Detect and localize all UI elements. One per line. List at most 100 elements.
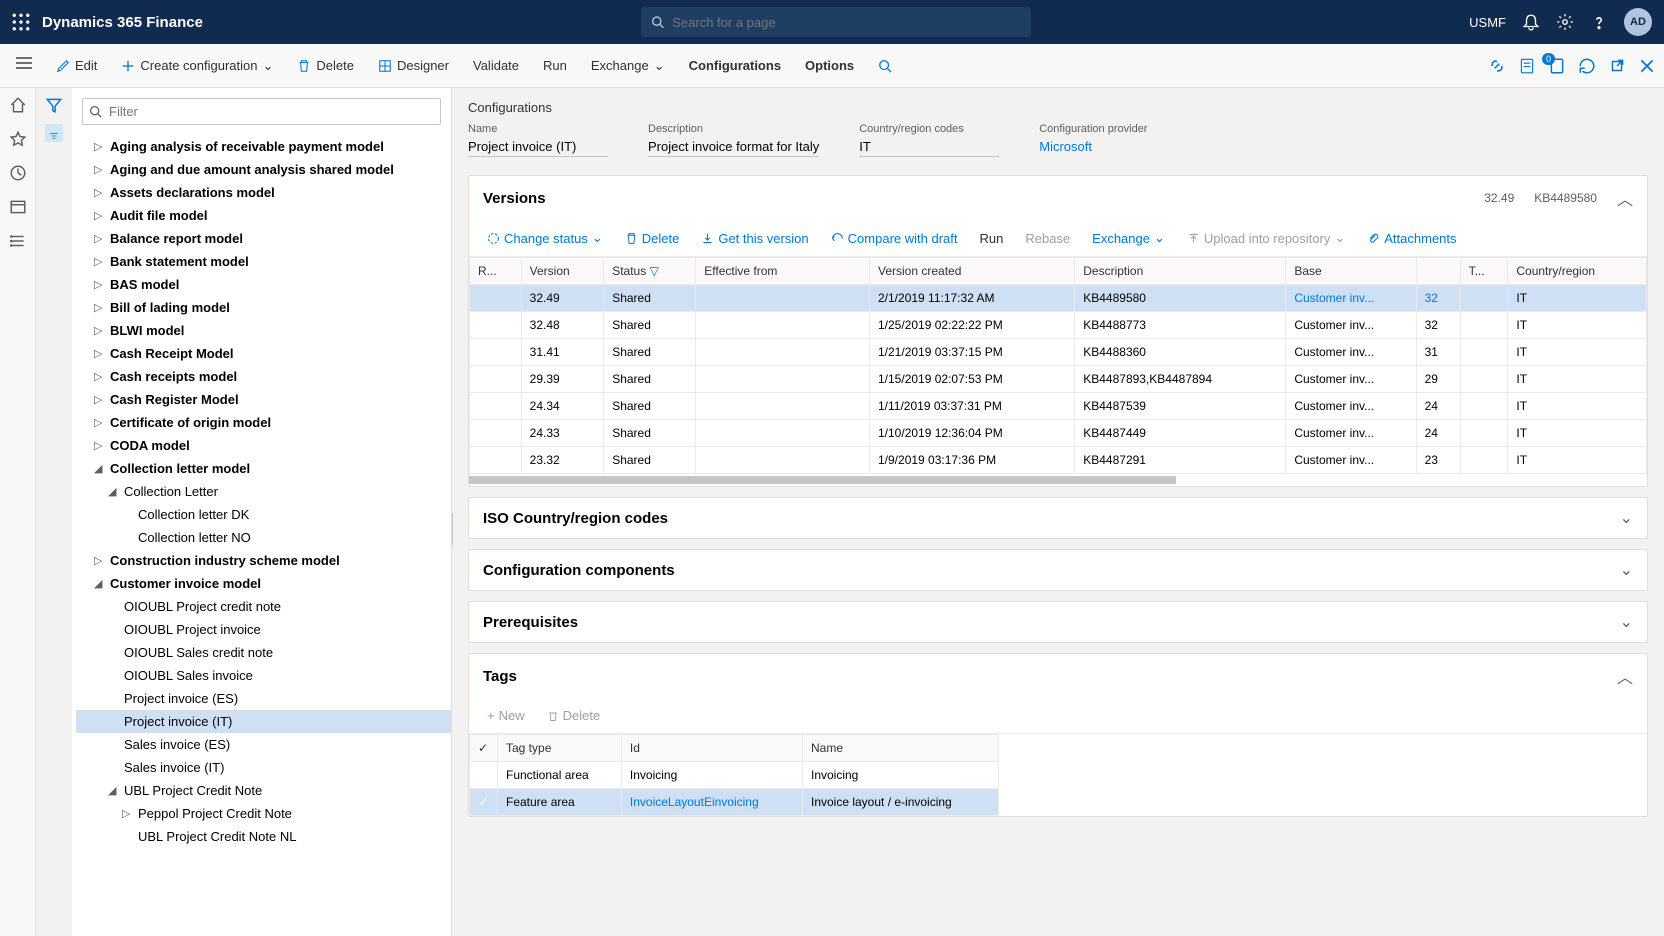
col-desc[interactable]: Description (1075, 258, 1286, 285)
caret-icon[interactable]: ▷ (94, 439, 104, 452)
link-icon[interactable] (1488, 57, 1506, 75)
caret-icon[interactable]: ◢ (94, 462, 104, 475)
table-row[interactable]: 24.33Shared1/10/2019 12:36:04 PMKB448744… (470, 420, 1647, 447)
country-value[interactable]: IT (859, 137, 999, 157)
provider-value[interactable]: Microsoft (1039, 137, 1179, 156)
caret-icon[interactable]: ▷ (94, 393, 104, 406)
caret-icon[interactable]: ▷ (94, 554, 104, 567)
attachments-button[interactable]: Attachments (1359, 226, 1464, 250)
funnel-icon[interactable] (45, 96, 63, 114)
tree-item[interactable]: ▷Cash Register Model (76, 388, 451, 411)
caret-icon[interactable]: ◢ (108, 784, 118, 797)
col-version[interactable]: Version (521, 258, 604, 285)
tree-item[interactable]: ◢Collection Letter (76, 480, 451, 503)
check-cell[interactable] (470, 762, 498, 789)
splitter-handle[interactable] (452, 512, 453, 546)
compare-button[interactable]: Compare with draft (823, 226, 966, 250)
caret-icon[interactable]: ◢ (108, 485, 118, 498)
caret-icon[interactable]: ▷ (94, 163, 104, 176)
create-config-button[interactable]: Create configuration ⌄ (113, 52, 281, 80)
caret-icon[interactable]: ▷ (122, 807, 132, 820)
caret-icon[interactable]: ▷ (94, 255, 104, 268)
caret-icon[interactable]: ▷ (94, 301, 104, 314)
desc-value[interactable]: Project invoice format for Italy (648, 137, 819, 157)
tree-item[interactable]: ▷CODA model (76, 434, 451, 457)
run-version-button[interactable]: Run (971, 226, 1011, 250)
tags-header[interactable]: Tags ︿ (469, 654, 1647, 698)
tree-item[interactable]: ▷Balance report model (76, 227, 451, 250)
caret-icon[interactable]: ▷ (94, 370, 104, 383)
help-icon[interactable] (1590, 13, 1608, 31)
company-code[interactable]: USMF (1469, 15, 1506, 30)
tree-item[interactable]: OIOUBL Project invoice (76, 618, 451, 641)
configurations-tab[interactable]: Configurations (681, 52, 789, 79)
home-icon[interactable] (9, 96, 27, 114)
options-tab[interactable]: Options (797, 52, 862, 79)
col-tag-type[interactable]: Tag type (498, 735, 622, 762)
refresh-icon[interactable] (1578, 57, 1596, 75)
caret-icon[interactable]: ▷ (94, 324, 104, 337)
star-icon[interactable] (9, 130, 27, 148)
close-icon[interactable] (1638, 57, 1656, 75)
tree-item[interactable]: ▷Assets declarations model (76, 181, 451, 204)
table-row[interactable]: 24.34Shared1/11/2019 03:37:31 PMKB448753… (470, 393, 1647, 420)
table-row[interactable]: 32.49Shared2/1/2019 11:17:32 AMKB4489580… (470, 285, 1647, 312)
col-tag-id[interactable]: Id (621, 735, 802, 762)
notification-icon[interactable] (1522, 13, 1540, 31)
caret-icon[interactable]: ◢ (94, 577, 104, 590)
col-base[interactable]: Base (1286, 258, 1416, 285)
tree-item[interactable]: OIOUBL Project credit note (76, 595, 451, 618)
tree-item[interactable]: ▷Certificate of origin model (76, 411, 451, 434)
tree-item[interactable]: ▷Bill of lading model (76, 296, 451, 319)
caret-icon[interactable]: ▷ (94, 209, 104, 222)
tree-item[interactable]: OIOUBL Sales credit note (76, 641, 451, 664)
edit-button[interactable]: Edit (48, 52, 105, 79)
tree-item[interactable]: ▷Cash Receipt Model (76, 342, 451, 365)
tree-item[interactable]: ▷BLWI model (76, 319, 451, 342)
delete-version-button[interactable]: Delete (617, 226, 688, 250)
table-row[interactable]: ✓Feature areaInvoiceLayoutEinvoicingInvo… (470, 789, 999, 816)
tree-item[interactable]: ▷Aging analysis of receivable payment mo… (76, 135, 451, 158)
gear-icon[interactable] (1556, 13, 1574, 31)
tree-item[interactable]: Project invoice (IT) (76, 710, 451, 733)
tree-item[interactable]: Collection letter NO (76, 526, 451, 549)
table-row[interactable]: Functional areaInvoicingInvoicing (470, 762, 999, 789)
versions-header[interactable]: Versions 32.49 KB4489580 ︿ (469, 176, 1647, 220)
check-cell[interactable]: ✓ (470, 789, 498, 816)
search-command[interactable] (870, 53, 900, 79)
search-input[interactable] (672, 15, 1021, 30)
col-r[interactable]: R... (470, 258, 522, 285)
caret-icon[interactable]: ▷ (94, 416, 104, 429)
tree-item[interactable]: ▷Construction industry scheme model (76, 549, 451, 572)
tree-item[interactable]: ▷Audit file model (76, 204, 451, 227)
tree-item[interactable]: UBL Project Credit Note NL (76, 825, 451, 848)
col-tag-name[interactable]: Name (802, 735, 998, 762)
col-country[interactable]: Country/region (1508, 258, 1647, 285)
recent-icon[interactable] (9, 164, 27, 182)
office-icon[interactable] (1518, 57, 1536, 75)
workspace-icon[interactable] (9, 198, 27, 216)
tree-item[interactable]: ◢Customer invoice model (76, 572, 451, 595)
cell-base[interactable]: Customer inv... (1286, 285, 1416, 312)
app-launcher-icon[interactable] (12, 13, 30, 31)
table-row[interactable]: 23.32Shared1/9/2019 03:17:36 PMKB4487291… (470, 447, 1647, 474)
delete-button[interactable]: Delete (289, 52, 362, 79)
popout-icon[interactable] (1608, 57, 1626, 75)
tree-item[interactable]: Sales invoice (IT) (76, 756, 451, 779)
table-row[interactable]: 31.41Shared1/21/2019 03:37:15 PMKB448836… (470, 339, 1647, 366)
avatar[interactable]: AD (1624, 8, 1652, 36)
tree-item[interactable]: ◢UBL Project Credit Note (76, 779, 451, 802)
tree-filter-input[interactable] (82, 98, 441, 125)
iso-header[interactable]: ISO Country/region codes ⌄ (469, 498, 1647, 538)
exchange-button[interactable]: Exchange ⌄ (583, 52, 673, 80)
table-row[interactable]: 32.48Shared1/25/2019 02:22:22 PMKB448877… (470, 312, 1647, 339)
list-filter-icon[interactable] (45, 124, 63, 142)
attachment-count-icon[interactable]: 0 (1548, 57, 1566, 75)
tree-item[interactable]: OIOUBL Sales invoice (76, 664, 451, 687)
tree-item[interactable]: ▷Cash receipts model (76, 365, 451, 388)
designer-button[interactable]: Designer (370, 52, 457, 79)
global-search[interactable] (641, 7, 1031, 37)
col-check[interactable]: ✓ (470, 735, 498, 762)
tree-item[interactable]: ▷Aging and due amount analysis shared mo… (76, 158, 451, 181)
caret-icon[interactable]: ▷ (94, 232, 104, 245)
